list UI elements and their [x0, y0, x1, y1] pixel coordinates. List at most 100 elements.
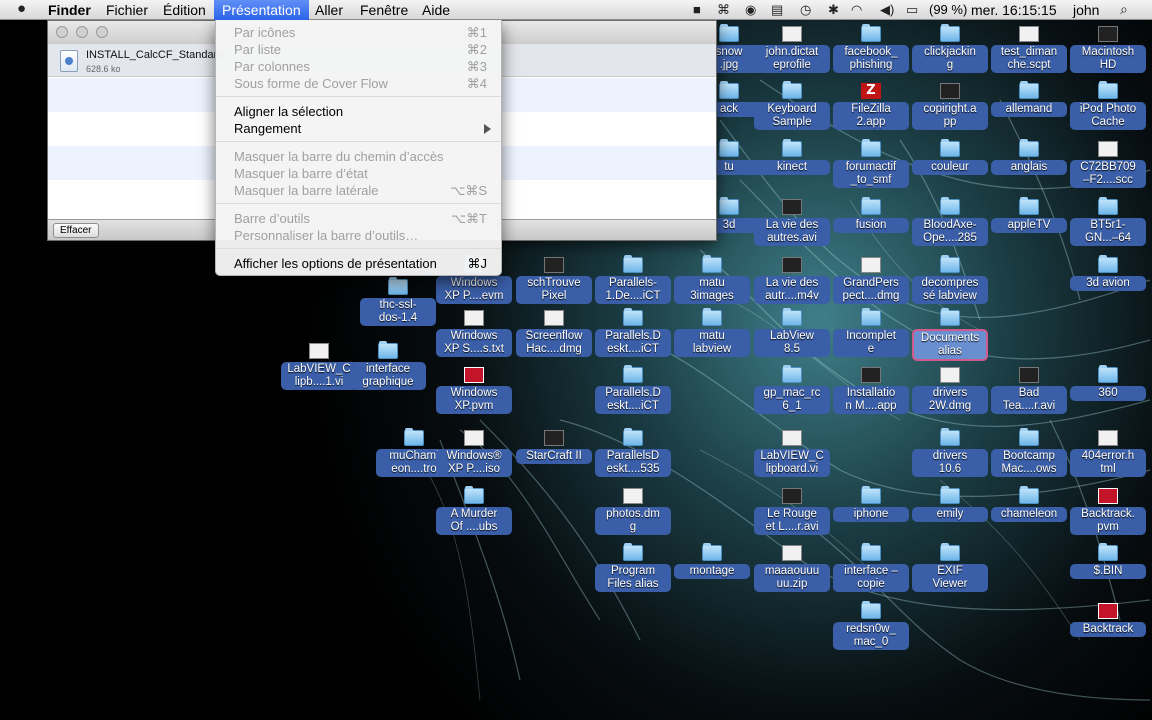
- menu-separator: [216, 96, 501, 97]
- desktop-icon-label: anglais: [991, 160, 1067, 175]
- desktop-icon-label: Keyboard Sample: [754, 102, 830, 130]
- parallels-icon: [464, 367, 484, 383]
- desktop-icon-label: iphone: [833, 507, 909, 522]
- menu-finder[interactable]: Finder: [48, 1, 91, 19]
- menu-fenetre[interactable]: Fenêtre: [360, 1, 408, 19]
- menu-fichier[interactable]: Fichier: [106, 1, 148, 19]
- folder-icon: [861, 543, 881, 561]
- folder-icon: [940, 197, 960, 215]
- desktop-icon-label: LabView 8.5: [754, 329, 830, 357]
- desktop-icon-label: Le Rouge et L....r.avi: [754, 507, 830, 535]
- folder-icon: [940, 428, 960, 446]
- desktop-icon-label: forumactif _to_smf: [833, 160, 909, 188]
- desktop-icon-label: copiright.a pp: [912, 102, 988, 130]
- app-icon: [861, 367, 881, 383]
- menubar-clock[interactable]: mer. 16:15:15: [971, 1, 1057, 19]
- desktop-icon-label: Windows XP P....evm: [436, 276, 512, 304]
- menu-item-shortcut: ⌘2: [466, 42, 487, 57]
- menu-separator: [216, 141, 501, 142]
- desktop-icon-label: A Murder Of ....ubs: [436, 507, 512, 535]
- desktop-icon-label: gp_mac_rc 6_1: [754, 386, 830, 414]
- keyboard-status-icon[interactable]: ⌘: [717, 2, 730, 18]
- desktop-icon-label: iPod Photo Cache: [1070, 102, 1146, 130]
- menu-aide[interactable]: Aide: [422, 1, 450, 19]
- menu-item-label: Par colonnes: [234, 59, 310, 74]
- menu-aller[interactable]: Aller: [315, 1, 343, 19]
- menu-presentation[interactable]: Présentation: [214, 0, 309, 20]
- record-status-icon[interactable]: ◉: [745, 2, 756, 18]
- folder-icon: [1098, 365, 1118, 383]
- minimize-window-button[interactable]: [76, 26, 88, 38]
- desktop-icon-label: Windows® XP P....iso: [436, 449, 512, 477]
- folder-icon: [1019, 81, 1039, 99]
- wifi-icon[interactable]: ◠: [851, 2, 862, 18]
- close-window-button[interactable]: [56, 26, 68, 38]
- menu-item-rangement[interactable]: Rangement: [216, 120, 501, 137]
- menu-item-options-presentation[interactable]: Afficher les options de présentation ⌘J: [216, 255, 501, 272]
- menu-item-label: Barre d’outils: [234, 211, 310, 226]
- desktop-icon-label: Program Files alias: [595, 564, 671, 592]
- desktop-icon-label: allemand: [991, 102, 1067, 117]
- desktop-icon-label: $.BIN: [1070, 564, 1146, 579]
- app-icon: [544, 430, 564, 446]
- folder-icon: [861, 486, 881, 504]
- menu-item-par-liste: Par liste ⌘2: [216, 41, 501, 58]
- desktop-icon-label: drivers 2W.dmg: [912, 386, 988, 414]
- folder-icon: [623, 308, 643, 326]
- menu-item-label: Masquer la barre latérale: [234, 183, 379, 198]
- desktop-icon-label: Incomplet e: [833, 329, 909, 357]
- desktop-icon-label: Screenflow Hac....dmg: [516, 329, 592, 357]
- desktop-icon-label: thc-ssl- dos-1.4: [360, 298, 436, 326]
- desktop-icon-label: 404error.h tml: [1070, 449, 1146, 477]
- desktop-icon-label: Documents alias: [912, 329, 988, 361]
- desktop-icon-label: La vie des autres.avi: [754, 218, 830, 246]
- menu-item-label: Masquer la barre d’état: [234, 166, 368, 181]
- menu-item-masquer-laterale: Masquer la barre latérale ⌥⌘S: [216, 182, 501, 199]
- desktop-icon-label: GrandPers pect....dmg: [833, 276, 909, 304]
- desktop-icon-label: interface – copie: [833, 564, 909, 592]
- menu-item-barre-outils: Barre d’outils ⌥⌘T: [216, 210, 501, 227]
- desktop-icon-label: Backtrack: [1070, 622, 1146, 637]
- menu-item-aligner-selection[interactable]: Aligner la sélection: [216, 103, 501, 120]
- desktop-icon-label: Installatio n M....app: [833, 386, 909, 414]
- clear-button[interactable]: Effacer: [53, 223, 99, 238]
- folder-icon: [782, 308, 802, 326]
- folder-icon: [782, 365, 802, 383]
- bluetooth-icon[interactable]: ✱: [828, 2, 839, 18]
- submenu-arrow-icon: [484, 124, 491, 134]
- ram-status-icon[interactable]: ▤: [771, 2, 783, 18]
- camera-status-icon[interactable]: ■: [693, 2, 701, 18]
- text-icon: [464, 310, 484, 326]
- document-icon: [1098, 430, 1118, 446]
- time-machine-icon[interactable]: ◷: [800, 2, 811, 18]
- folder-icon: [719, 24, 739, 42]
- folder-icon: [861, 601, 881, 619]
- document-icon: [782, 26, 802, 42]
- folder-icon: [940, 486, 960, 504]
- zoom-window-button[interactable]: [96, 26, 108, 38]
- video-icon: [782, 257, 802, 273]
- volume-icon[interactable]: ◀): [880, 2, 894, 18]
- desktop-icon-label: Backtrack. pvm: [1070, 507, 1146, 535]
- menu-item-par-colonnes: Par colonnes ⌘3: [216, 58, 501, 75]
- desktop-icon-label: clickjackin g: [912, 45, 988, 73]
- vi-icon: [309, 343, 329, 359]
- desktop-icon-label: ParallelsD eskt....535: [595, 449, 671, 477]
- desktop-icon-label: Windows XP S....s.txt: [436, 329, 512, 357]
- menu-item-shortcut: ⌘3: [466, 59, 487, 74]
- desktop-icon-label: C72BB709 –F2....scc: [1070, 160, 1146, 188]
- spotlight-search-icon[interactable]: ⌕: [1120, 1, 1128, 17]
- folder-icon: [719, 81, 739, 99]
- menu-edition[interactable]: Édition: [163, 1, 206, 19]
- folder-icon: [1098, 197, 1118, 215]
- document-icon: [623, 488, 643, 504]
- apple-menu-icon[interactable]: ●: [17, 1, 26, 17]
- menubar-user[interactable]: john: [1073, 1, 1099, 19]
- battery-icon[interactable]: ▭: [906, 2, 918, 18]
- folder-icon: [1019, 197, 1039, 215]
- presentation-menu: Par icônes ⌘1 Par liste ⌘2 Par colonnes ⌘3 Sou…: [215, 20, 502, 276]
- folder-icon: [378, 341, 398, 359]
- desktop-icon-label: decompres sé labview: [912, 276, 988, 304]
- menu-item-masquer-chemin: Masquer la barre du chemin d’accès: [216, 148, 501, 165]
- desktop-icon-label: 360: [1070, 386, 1146, 401]
